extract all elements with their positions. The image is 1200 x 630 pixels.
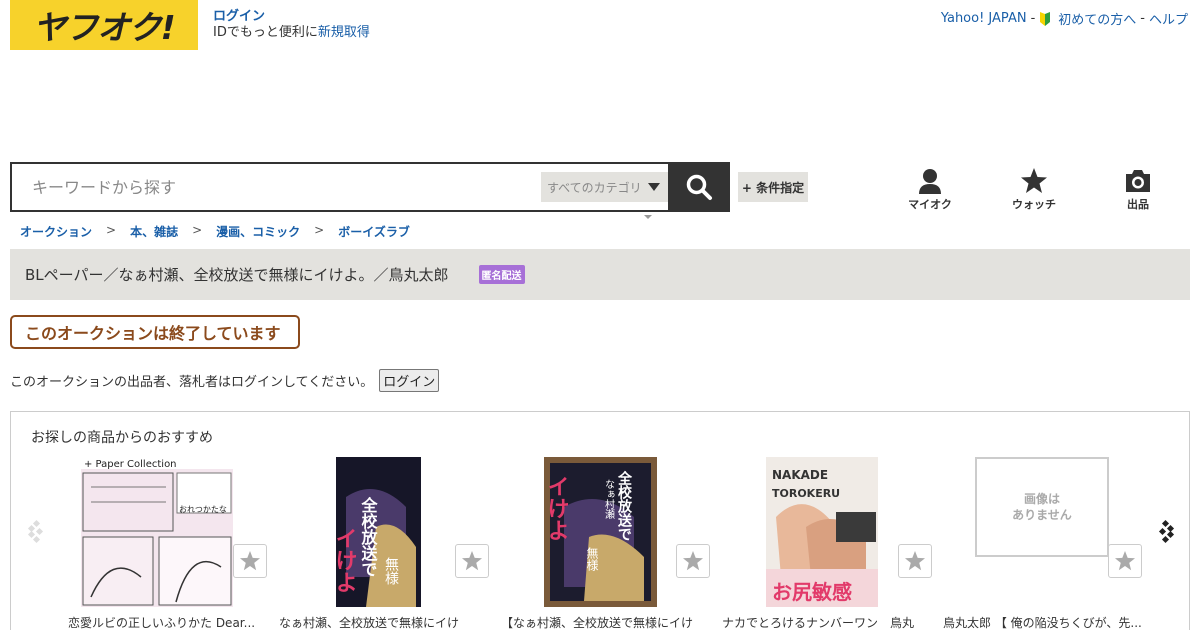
user-icon — [919, 169, 941, 194]
breadcrumb-separator: > — [106, 223, 117, 237]
anonymous-shipping-badge: 匿名配送 — [478, 265, 525, 284]
watch-button[interactable] — [1108, 544, 1142, 578]
category-select[interactable]: すべてのカテゴリ — [541, 172, 668, 202]
item-caption[interactable]: 恋愛ルビの正しいふりかた Dear... — [68, 614, 278, 630]
item-caption[interactable]: 【なぁ村瀬、全校放送で無様にイけ — [501, 614, 711, 630]
recommend-item[interactable]: 画像は ありません 鳥丸太郎 【 俺の陥没ちくびが、先... — [943, 457, 1153, 630]
search-bar: すべてのカテゴリ — [10, 162, 730, 212]
star-icon — [905, 551, 925, 571]
login-sub-prefix: IDでもっと便利に — [213, 25, 318, 40]
item-thumbnail[interactable]: 全校放送で なぁ村瀬 イけよ 無様 — [544, 457, 657, 607]
recommend-section: お探しの商品からのおすすめ + Paper Collection おれつかたな … — [10, 411, 1190, 630]
recommend-item[interactable]: NAKADE TOROKERU お尻敏感 ナカでとろけるナンバーワン 鳥丸 — [722, 457, 932, 630]
breadcrumb-item[interactable]: ボーイズラブ — [338, 223, 410, 240]
item-caption[interactable]: なぁ村瀬、全校放送で無様にイけ — [279, 614, 489, 630]
camera-icon — [1126, 170, 1150, 192]
login-subtext: IDでもっと便利に新規取得 — [213, 25, 370, 41]
chevron-down-icon — [648, 183, 660, 191]
login-message: このオークションの出品者、落札者はログインしてください。 ログイン — [10, 369, 440, 392]
star-icon — [462, 551, 482, 571]
thumb-text: なぁ村瀬 — [603, 479, 615, 520]
thumb-text: + Paper Collection — [84, 459, 177, 470]
carousel-prev-icon[interactable] — [25, 517, 45, 545]
nav-myauction[interactable]: マイオク — [895, 168, 965, 212]
beginner-link[interactable]: 初めての方へ — [1058, 9, 1136, 28]
star-icon — [1021, 168, 1047, 193]
thumb-text: TOROKERU — [772, 487, 840, 500]
recommend-item[interactable]: 全校放送で イけよ 無様 なぁ村瀬、全校放送で無様にイけ — [279, 457, 489, 630]
no-image-text: 画像は — [1023, 492, 1060, 506]
breadcrumb-item[interactable]: 本、雑誌 — [130, 223, 178, 240]
thumb-text: おれつかたな — [179, 505, 227, 514]
thumb-text: 無様 — [383, 557, 399, 585]
star-icon — [683, 551, 703, 571]
thumb-text: 無様 — [585, 546, 599, 571]
category-value: すべてのカテゴリ — [547, 180, 642, 195]
search-button[interactable] — [668, 162, 730, 212]
beginner-mark-icon — [1040, 11, 1051, 26]
recommend-title: お探しの商品からのおすすめ — [31, 430, 213, 446]
watch-button[interactable] — [676, 544, 710, 578]
login-message-text: このオークションの出品者、落札者はログインしてください。 — [10, 375, 374, 390]
star-icon — [1115, 551, 1135, 571]
small-chevron-down-icon — [644, 215, 652, 219]
breadcrumb-item[interactable]: 漫画、コミック — [216, 223, 300, 240]
search-input[interactable] — [12, 164, 512, 210]
nav-label: ウォッチ — [1012, 198, 1056, 211]
nav-label: マイオク — [908, 198, 952, 211]
item-caption[interactable]: ナカでとろけるナンバーワン 鳥丸 — [722, 614, 932, 630]
separator: - — [1140, 11, 1145, 26]
thumb-text: イけよ — [544, 475, 569, 541]
auction-ended-label: このオークションは終了しています — [10, 315, 300, 349]
item-thumbnail[interactable]: NAKADE TOROKERU お尻敏感 — [766, 457, 878, 607]
breadcrumb: オークション > 本、雑誌 > 漫画、コミック > ボーイズラブ — [20, 223, 410, 240]
yahoo-japan-link[interactable]: Yahoo! JAPAN — [941, 11, 1027, 26]
no-image-text: ありません — [1012, 508, 1072, 522]
login-box: ログイン IDでもっと便利に新規取得 — [213, 9, 370, 41]
nav-watch[interactable]: ウォッチ — [999, 168, 1069, 212]
login-link[interactable]: ログイン — [213, 9, 370, 25]
top-links: Yahoo! JAPAN - 初めての方へ - ヘルプ — [941, 9, 1188, 28]
help-link[interactable]: ヘルプ — [1149, 9, 1188, 28]
nav-sell[interactable]: 出品 — [1103, 168, 1173, 212]
nav-label: 出品 — [1127, 198, 1149, 211]
watch-button[interactable] — [455, 544, 489, 578]
recommend-item[interactable]: + Paper Collection おれつかたな 恋愛ルビの正しいふりかた D… — [56, 457, 267, 630]
no-image-placeholder[interactable]: 画像は ありません — [975, 457, 1109, 557]
carousel-next-icon[interactable] — [1157, 517, 1177, 545]
item-thumbnail[interactable]: 全校放送で イけよ 無様 — [336, 457, 421, 607]
breadcrumb-separator: > — [192, 223, 203, 237]
thumb-text: 全校放送で — [359, 496, 379, 577]
listing-title: BLペーパー／なぁ村瀬、全校放送で無様にイけよ。／鳥丸太郎 — [25, 266, 449, 284]
recommend-item[interactable]: 全校放送で なぁ村瀬 イけよ 無様 【なぁ村瀬、全校放送で無様にイけ — [501, 457, 711, 630]
yahuoku-logo[interactable]: ヤフオク! — [10, 0, 198, 50]
thumb-text: 全校放送で — [616, 470, 633, 541]
star-icon — [240, 551, 260, 571]
separator: - — [1030, 11, 1036, 26]
watch-button[interactable] — [233, 544, 267, 578]
register-link[interactable]: 新規取得 — [318, 25, 370, 40]
login-button[interactable]: ログイン — [379, 369, 440, 392]
item-caption[interactable]: 鳥丸太郎 【 俺の陥没ちくびが、先... — [943, 614, 1143, 630]
item-thumbnail[interactable]: + Paper Collection おれつかたな — [81, 457, 233, 607]
breadcrumb-separator: > — [314, 223, 325, 237]
listing-title-bar: BLペーパー／なぁ村瀬、全校放送で無様にイけよ。／鳥丸太郎 匿名配送 — [10, 249, 1190, 300]
thumb-text: お尻敏感 — [772, 580, 852, 604]
thumb-text: NAKADE — [772, 468, 828, 482]
thumb-text: イけよ — [336, 527, 357, 593]
logo-text: ヤフオク! — [33, 8, 175, 47]
breadcrumb-item[interactable]: オークション — [20, 223, 92, 240]
search-box: すべてのカテゴリ — [10, 162, 668, 212]
condition-button[interactable]: + 条件指定 — [738, 172, 808, 202]
search-icon — [686, 174, 712, 200]
watch-button[interactable] — [898, 544, 932, 578]
